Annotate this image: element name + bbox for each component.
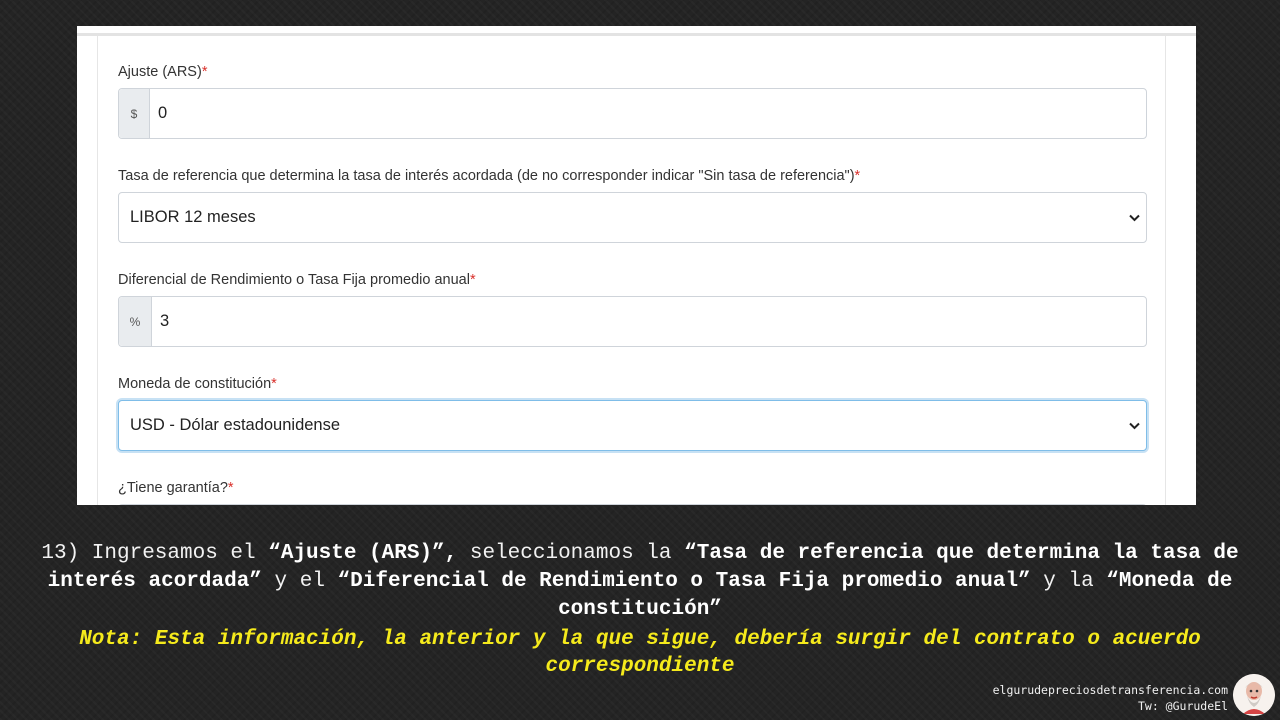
card-right-border bbox=[1165, 36, 1166, 505]
diferencial-label: Diferencial de Rendimiento o Tasa Fija p… bbox=[118, 272, 476, 288]
tasa-referencia-selected: LIBOR 12 meses bbox=[130, 208, 256, 226]
moneda-selected: USD - Dólar estadounidense bbox=[130, 416, 341, 434]
footer-site: elgurudepreciosdetransferencia.com bbox=[992, 683, 1228, 697]
avatar-illustration-icon bbox=[1233, 674, 1275, 716]
caption-text: seleccionamos la bbox=[457, 542, 685, 565]
field-diferencial: Diferencial de Rendimiento o Tasa Fija p… bbox=[118, 270, 1147, 347]
diferencial-input[interactable]: 3 bbox=[152, 297, 1146, 346]
tasa-referencia-select[interactable]: LIBOR 12 meses bbox=[118, 192, 1147, 243]
caption-text: y el bbox=[261, 570, 338, 593]
field-garantia: ¿Tiene garantía?* bbox=[118, 478, 1147, 505]
ajuste-input[interactable]: 0 bbox=[150, 89, 1146, 138]
note-text: Nota: Esta información, la anterior y la… bbox=[79, 628, 1201, 678]
dollar-addon: $ bbox=[119, 89, 150, 138]
diferencial-input-group: % 3 bbox=[118, 296, 1147, 347]
chevron-down-icon bbox=[1128, 212, 1140, 224]
required-mark: * bbox=[854, 168, 861, 184]
card-left-border bbox=[97, 36, 98, 505]
ajuste-label: Ajuste (ARS)* bbox=[118, 64, 208, 80]
ajuste-input-group: $ 0 bbox=[118, 88, 1147, 139]
field-ajuste: Ajuste (ARS)* $ 0 bbox=[118, 62, 1147, 139]
garantia-label: ¿Tiene garantía?* bbox=[118, 480, 234, 496]
form-screenshot: Ajuste (ARS)* $ 0 Tasa de referencia que… bbox=[77, 26, 1196, 505]
required-mark: * bbox=[469, 272, 476, 288]
moneda-select[interactable]: USD - Dólar estadounidense bbox=[118, 400, 1147, 451]
field-moneda: Moneda de constitución* USD - Dólar esta… bbox=[118, 374, 1147, 451]
avatar bbox=[1233, 674, 1275, 716]
caption-bold: “Diferencial de Rendimiento o Tasa Fija … bbox=[337, 570, 1031, 593]
caption-bold: “Ajuste (ARS)”, bbox=[268, 542, 458, 565]
card-top-border bbox=[77, 33, 1196, 36]
tasa-referencia-label: Tasa de referencia que determina la tasa… bbox=[118, 168, 861, 184]
caption-text: 13) Ingresamos el bbox=[41, 542, 269, 565]
field-tasa-referencia: Tasa de referencia que determina la tasa… bbox=[118, 166, 1147, 243]
footer-credits: elgurudepreciosdetransferencia.com Tw: @… bbox=[993, 682, 1228, 714]
caption-text: y la bbox=[1030, 570, 1107, 593]
instruction-caption: 13) Ingresamos el “Ajuste (ARS)”, selecc… bbox=[10, 540, 1270, 624]
percent-addon: % bbox=[119, 297, 152, 346]
footer-twitter: Tw: @GurudeEl bbox=[1137, 699, 1228, 713]
required-mark: * bbox=[271, 376, 277, 392]
moneda-label: Moneda de constitución* bbox=[118, 376, 277, 392]
required-mark: * bbox=[227, 480, 234, 496]
garantia-select[interactable] bbox=[118, 504, 1147, 505]
chevron-down-icon bbox=[1128, 420, 1140, 432]
required-mark: * bbox=[201, 64, 208, 80]
